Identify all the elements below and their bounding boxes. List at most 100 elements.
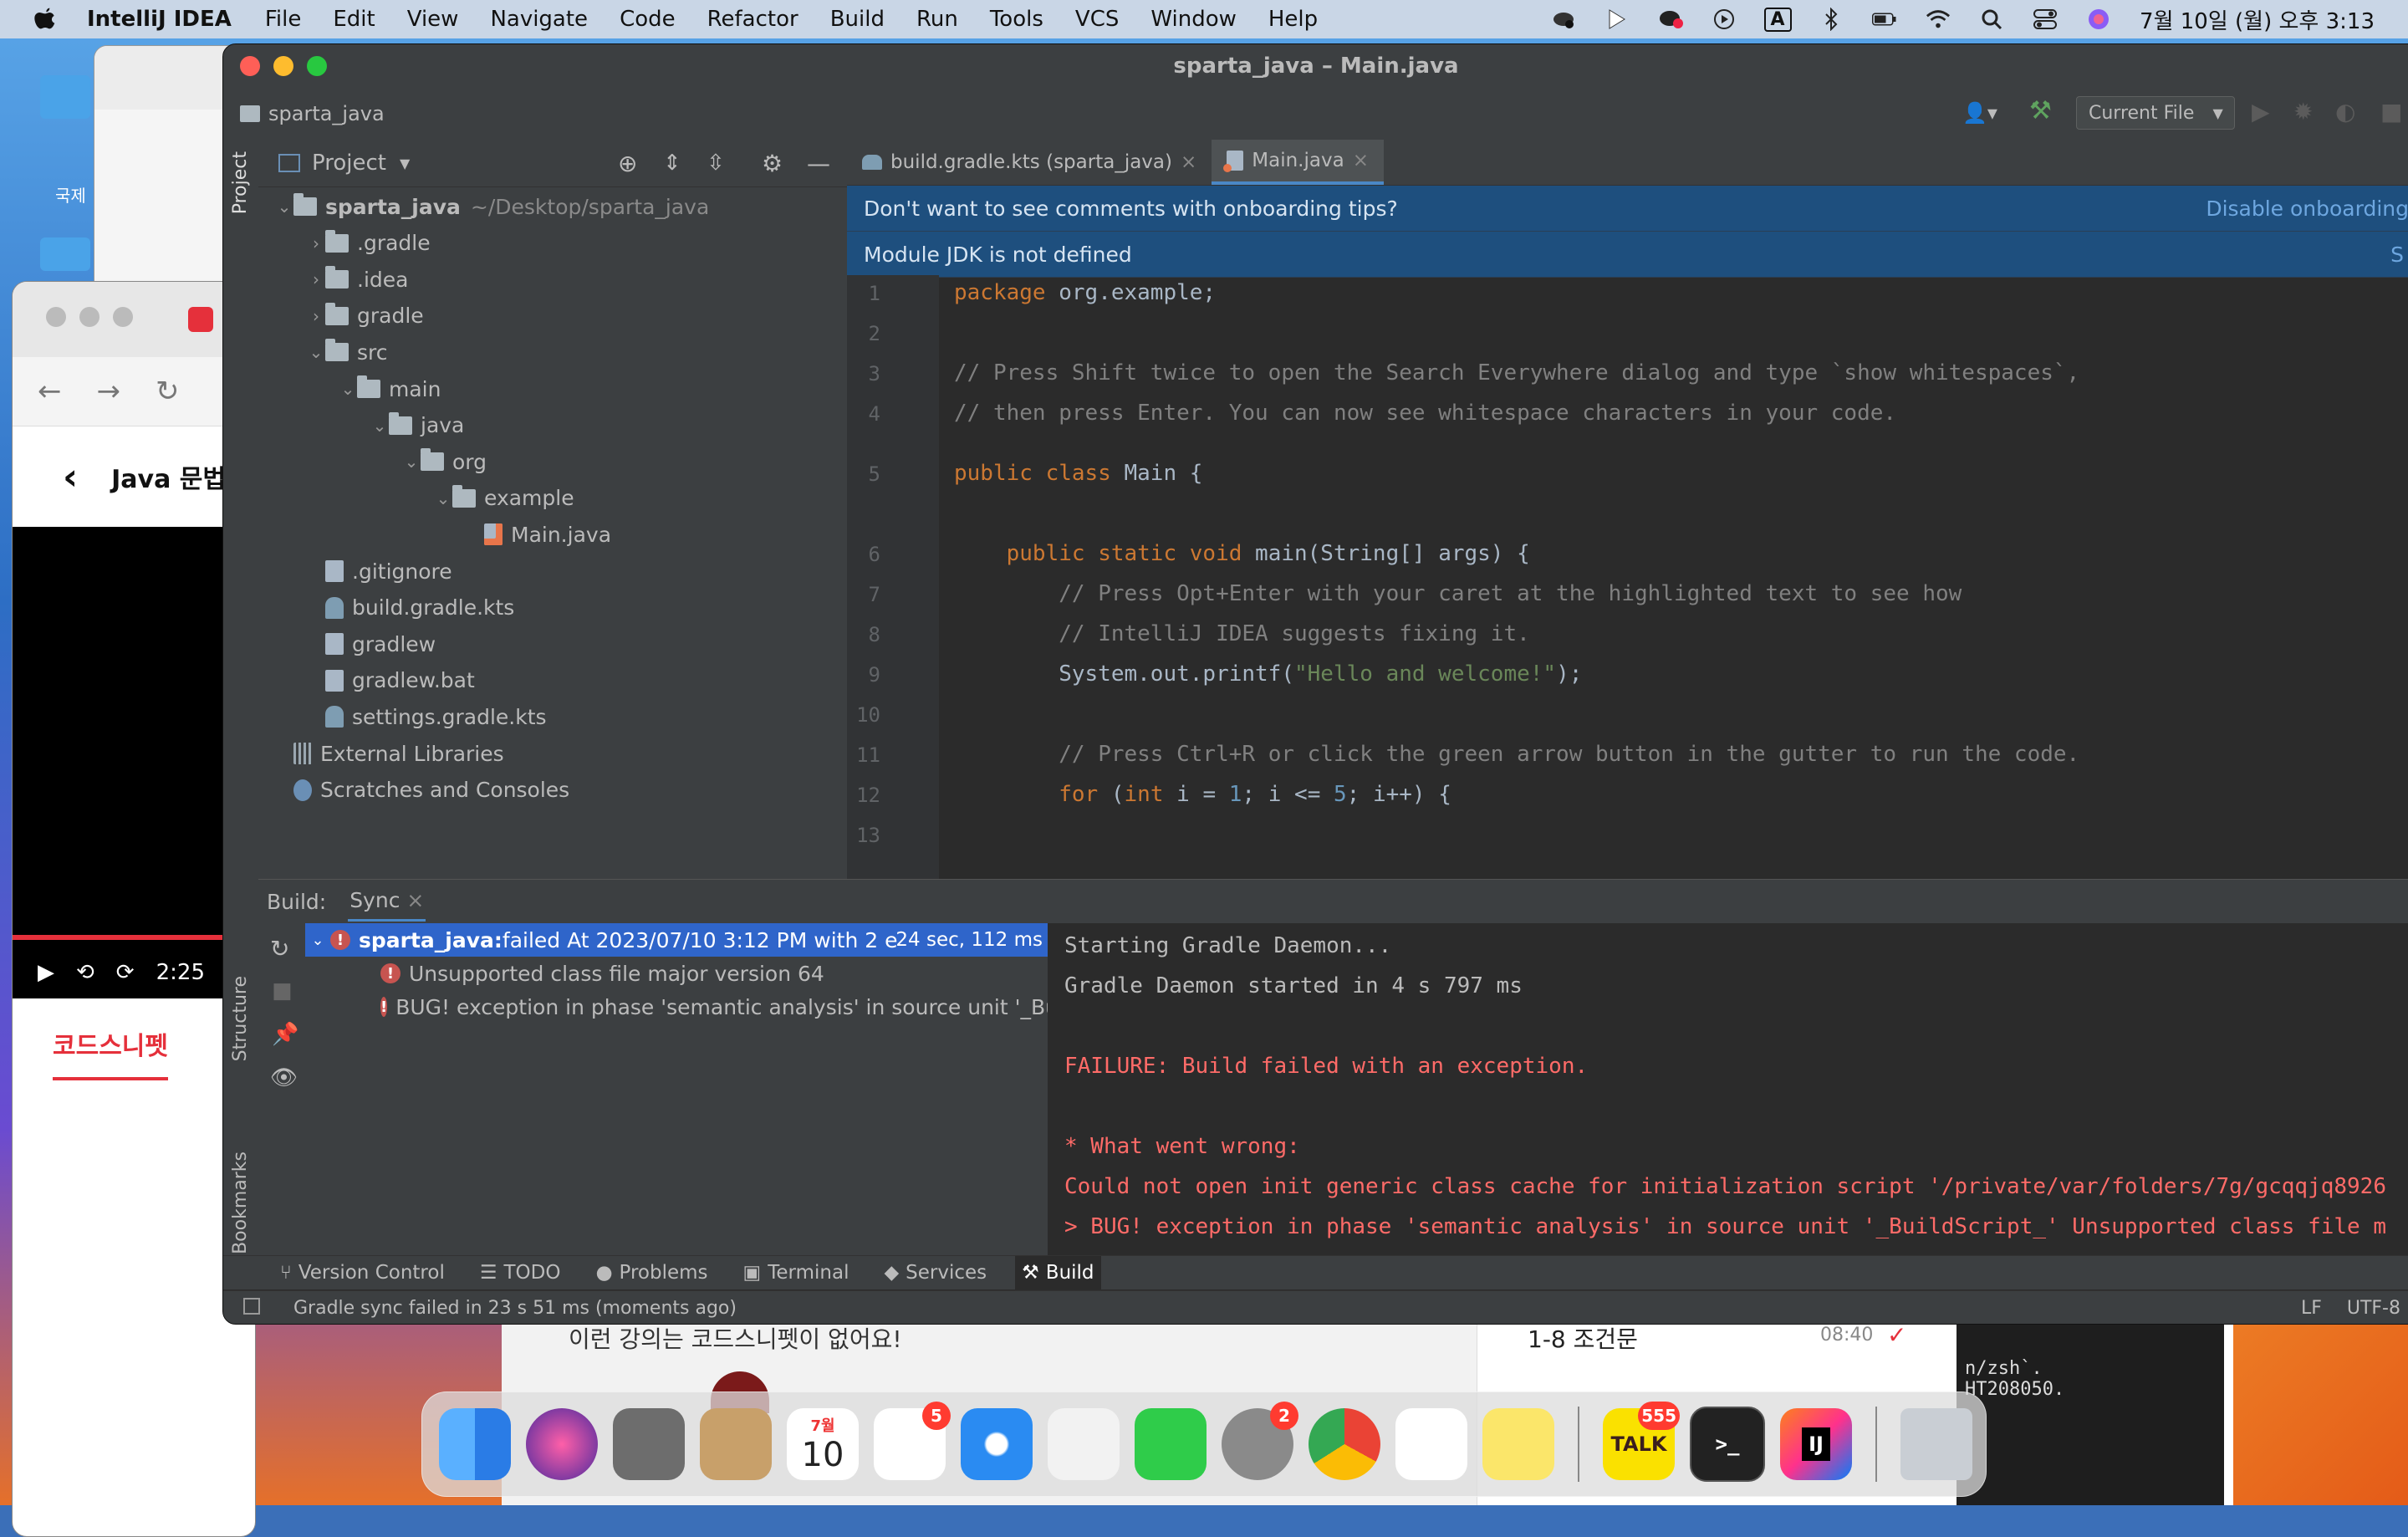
menu-refactor[interactable]: Refactor <box>707 7 798 32</box>
chevron-down-icon[interactable]: ⌄ <box>307 342 325 362</box>
build-error-row[interactable]: ! BUG! exception in phase 'semantic anal… <box>305 990 1048 1024</box>
tab-build-gradle[interactable]: build.gradle.kts (sparta_java) × <box>847 140 1212 185</box>
dock-calendar-icon[interactable]: 7월 10 <box>787 1408 859 1480</box>
menu-code[interactable]: Code <box>620 7 676 32</box>
ide-close-button[interactable] <box>240 56 260 76</box>
reload-icon[interactable]: ↻ <box>156 375 180 408</box>
browser-zoom-button[interactable] <box>113 307 133 327</box>
dock-kakaotalk-icon[interactable]: TALK 555 <box>1603 1402 1680 1480</box>
collapse-all-icon[interactable]: ⇳ <box>707 151 725 176</box>
dock-terminal-icon[interactable]: >_ <box>1690 1407 1765 1482</box>
code-line[interactable]: // Press Opt+Enter with your caret at th… <box>954 581 1962 606</box>
code-line[interactable]: // IntelliJ IDEA suggests fixing it. <box>954 621 1530 646</box>
chat-app-icon[interactable] <box>1658 8 1684 31</box>
control-center-icon[interactable] <box>2033 8 2058 31</box>
expand-all-icon[interactable]: ⇕ <box>663 151 681 176</box>
tree-item[interactable]: .gitignore <box>307 554 452 588</box>
menu-help[interactable]: Help <box>1268 7 1318 32</box>
tree-item[interactable]: ⌄ java <box>370 409 464 442</box>
code-editor[interactable]: 1 2 3 4 5 6 7 8 9 10 11 12 13 package org.example;//… <box>847 275 2408 879</box>
tab-main-java[interactable]: Main.java × <box>1212 140 1384 185</box>
dock-launchpad-icon[interactable] <box>613 1408 685 1480</box>
dock-notes-icon[interactable] <box>1482 1408 1554 1480</box>
resync-icon[interactable]: ↻ <box>270 935 289 963</box>
run-icon[interactable]: ▶ <box>2252 98 2270 125</box>
gear-icon[interactable]: ⚙ <box>762 150 783 177</box>
code-line[interactable]: public class Main { <box>954 461 1202 486</box>
input-source-icon[interactable]: A <box>1763 7 1792 32</box>
video-player[interactable]: ▶ ⟲ ⟳ 2:25 <box>13 527 255 998</box>
chevron-right-icon[interactable]: › <box>307 306 325 326</box>
tool-tab-build[interactable]: ⚒ Build <box>1015 1256 1101 1289</box>
close-icon[interactable]: × <box>406 888 424 912</box>
play-icon[interactable]: ▶ <box>38 960 54 985</box>
tree-item[interactable]: settings.gradle.kts <box>307 700 547 733</box>
build-console[interactable]: Starting Gradle Daemon... Gradle Daemon s… <box>1048 923 2408 1286</box>
play-app-icon[interactable] <box>1604 8 1630 31</box>
tree-item[interactable]: › gradle <box>307 299 424 333</box>
code-line[interactable]: for (int i = 1; i <= 5; i++) { <box>954 782 1451 807</box>
forward-icon[interactable]: → <box>97 375 121 408</box>
tool-tab-todo[interactable]: ☰ TODO <box>473 1256 568 1289</box>
stop-icon[interactable]: ■ <box>2380 98 2402 125</box>
wifi-icon[interactable] <box>1926 8 1951 31</box>
dock-safari-icon[interactable] <box>961 1408 1033 1480</box>
dock-reminders-icon[interactable]: 5 <box>874 1402 951 1480</box>
dock-contacts-icon[interactable] <box>700 1408 772 1480</box>
code-line[interactable]: package org.example; <box>954 280 1216 305</box>
apple-icon[interactable] <box>32 6 59 33</box>
eye-icon[interactable]: 👁 <box>270 1065 298 1090</box>
tool-tab-terminal[interactable]: ▣ Terminal <box>737 1256 856 1289</box>
tree-item[interactable]: Main.java <box>466 518 611 551</box>
chevron-right-icon[interactable]: › <box>307 269 325 289</box>
stop-build-icon[interactable]: ■ <box>272 978 293 1003</box>
project-panel-title[interactable]: Project <box>312 151 386 176</box>
menu-edit[interactable]: Edit <box>333 7 375 32</box>
dock-siri-icon[interactable] <box>526 1408 598 1480</box>
tab-code-snippet[interactable]: 코드스니펫 <box>53 1008 168 1080</box>
chevron-down-icon[interactable]: ⌄ <box>402 452 421 472</box>
side-tab-project[interactable]: Project <box>230 151 251 214</box>
locate-icon[interactable]: ⊕ <box>618 150 637 177</box>
side-tab-bookmarks[interactable]: Bookmarks <box>230 1151 251 1254</box>
code-line[interactable]: System.out.printf("Hello and welcome!"); <box>954 661 1582 687</box>
chevron-right-icon[interactable]: › <box>307 233 325 253</box>
tool-tab-version-control[interactable]: ⑂ Version Control <box>273 1256 452 1289</box>
tree-item[interactable]: Scratches and Consoles <box>275 774 569 807</box>
dock-trash-icon[interactable] <box>1900 1408 1972 1480</box>
setup-sdk-link[interactable]: S <box>2390 243 2404 267</box>
close-icon[interactable]: × <box>1181 151 1196 173</box>
build-error-row[interactable]: ! Unsupported class file major version 6… <box>305 957 1048 990</box>
hide-panel-icon[interactable]: — <box>807 150 830 177</box>
chevron-down-icon[interactable]: ⌄ <box>434 488 452 508</box>
tree-item[interactable]: ⌄ main <box>339 372 441 406</box>
lesson-item-title[interactable]: 1-8 조건문 <box>1528 1321 1638 1355</box>
menu-view[interactable]: View <box>407 7 459 32</box>
dock-intellij-icon[interactable]: IJ <box>1780 1408 1852 1480</box>
browser-close-button[interactable] <box>46 307 66 327</box>
menubar-app-name[interactable]: IntelliJ IDEA <box>87 7 232 32</box>
tree-item[interactable]: gradlew.bat <box>307 664 475 697</box>
siri-icon[interactable] <box>2086 8 2111 31</box>
tab-sync[interactable]: Sync × <box>348 881 426 922</box>
tree-item[interactable]: ⌄ org <box>402 445 487 478</box>
tool-tab-services[interactable]: ◆ Services <box>877 1256 993 1289</box>
run-configuration-select[interactable]: Current File ▼ <box>2076 96 2235 130</box>
dock-system-settings-icon[interactable]: 2 <box>1222 1402 1298 1480</box>
intellij-window[interactable]: sparta_java – Main.java sparta_java 👤▾ ⚒… <box>222 43 2408 1325</box>
tree-item[interactable]: › .gradle <box>307 227 431 260</box>
back-icon[interactable]: ← <box>38 375 62 408</box>
video-progress-bar[interactable] <box>13 935 255 940</box>
bluetooth-icon[interactable] <box>1819 8 1844 31</box>
cloud-status-icon[interactable] <box>1551 8 1576 31</box>
chevron-down-icon[interactable]: ⌄ <box>275 197 293 217</box>
code-line[interactable]: public static void main(String[] args) { <box>954 541 1530 566</box>
menu-run[interactable]: Run <box>916 7 958 32</box>
menu-tools[interactable]: Tools <box>990 7 1043 32</box>
chevron-down-icon[interactable]: ⌄ <box>370 416 389 436</box>
line-separator-indicator[interactable]: LF <box>2301 1298 2322 1319</box>
dock-facetime-icon[interactable] <box>1135 1408 1207 1480</box>
tool-tab-problems[interactable]: ● Problems <box>589 1256 714 1289</box>
tree-item[interactable]: gradlew <box>307 627 436 661</box>
tree-item[interactable]: ⌄ sparta_java ~/Desktop/sparta_java <box>275 190 709 223</box>
